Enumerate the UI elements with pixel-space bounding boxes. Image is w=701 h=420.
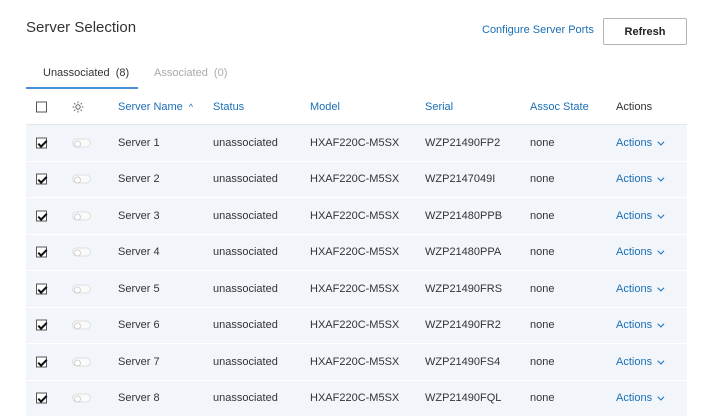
server-serial: WZP21490FR2	[425, 319, 501, 332]
sun-icon[interactable]	[72, 101, 84, 113]
row-actions-menu[interactable]: Actions	[616, 319, 665, 331]
server-assoc-state: none	[530, 209, 555, 222]
server-name: Server 5	[118, 282, 160, 295]
configure-server-ports-link[interactable]: Configure Server Ports	[482, 24, 594, 36]
row-toggle[interactable]	[72, 284, 91, 294]
column-header-server-name[interactable]: Server Name ^	[118, 101, 193, 113]
server-status: unassociated	[213, 246, 278, 259]
chevron-down-icon	[657, 357, 665, 365]
server-status: unassociated	[213, 209, 278, 222]
table-row[interactable]: Server 6 unassociated HXAF220C-M5SX WZP2…	[26, 307, 687, 344]
server-serial: WZP21490FRS	[425, 282, 503, 295]
tab-unassociated[interactable]: Unassociated (8)	[43, 67, 129, 79]
table-row[interactable]: Server 5 unassociated HXAF220C-M5SX WZP2…	[26, 271, 687, 308]
server-assoc-state: none	[530, 246, 555, 259]
row-actions-menu[interactable]: Actions	[616, 173, 665, 185]
row-checkbox[interactable]	[36, 137, 47, 149]
server-table: Server Name ^ Status Model Serial Assoc S…	[26, 90, 687, 417]
row-toggle[interactable]	[72, 357, 91, 367]
server-status: unassociated	[213, 392, 278, 405]
server-assoc-state: none	[530, 282, 555, 295]
chevron-down-icon	[657, 393, 665, 401]
server-name: Server 1	[118, 136, 160, 149]
table-row[interactable]: Server 7 unassociated HXAF220C-M5SX WZP2…	[26, 344, 687, 381]
server-assoc-state: none	[530, 136, 555, 149]
chevron-down-icon	[657, 211, 665, 219]
row-actions-menu[interactable]: Actions	[616, 137, 665, 149]
server-assoc-state: none	[530, 355, 555, 368]
server-status: unassociated	[213, 355, 278, 368]
server-assoc-state: none	[530, 392, 555, 405]
server-model: HXAF220C-M5SX	[310, 173, 400, 186]
row-checkbox[interactable]	[36, 210, 47, 222]
row-toggle[interactable]	[72, 393, 91, 403]
row-checkbox[interactable]	[36, 173, 47, 185]
table-row[interactable]: Server 2 unassociated HXAF220C-M5SX WZP2…	[26, 161, 687, 198]
row-checkbox[interactable]	[36, 319, 47, 331]
server-name: Server 8	[118, 392, 160, 405]
server-name: Server 2	[118, 173, 160, 186]
row-actions-menu[interactable]: Actions	[616, 283, 665, 295]
refresh-button[interactable]: Refresh	[603, 18, 687, 45]
tab-associated[interactable]: Associated (0)	[154, 67, 227, 79]
row-toggle[interactable]	[72, 211, 91, 221]
chevron-down-icon	[657, 284, 665, 292]
select-all-checkbox[interactable]	[36, 101, 47, 113]
row-actions-menu[interactable]: Actions	[616, 392, 665, 404]
table-row[interactable]: Server 1 unassociated HXAF220C-M5SX WZP2…	[26, 125, 687, 162]
row-checkbox[interactable]	[36, 356, 47, 368]
server-model: HXAF220C-M5SX	[310, 319, 400, 332]
server-name: Server 3	[118, 209, 160, 222]
server-model: HXAF220C-M5SX	[310, 136, 400, 149]
chevron-down-icon	[657, 138, 665, 146]
row-actions-menu[interactable]: Actions	[616, 210, 665, 222]
server-status: unassociated	[213, 136, 278, 149]
server-model: HXAF220C-M5SX	[310, 355, 400, 368]
server-assoc-state: none	[530, 319, 555, 332]
chevron-down-icon	[657, 247, 665, 255]
row-toggle[interactable]	[72, 320, 91, 330]
column-header-assoc-state[interactable]: Assoc State	[530, 101, 589, 113]
chevron-down-icon	[657, 174, 665, 182]
table-row[interactable]: Server 8 unassociated HXAF220C-M5SX WZP2…	[26, 380, 687, 417]
column-header-serial[interactable]: Serial	[425, 101, 453, 113]
server-name: Server 7	[118, 355, 160, 368]
server-model: HXAF220C-M5SX	[310, 282, 400, 295]
server-model: HXAF220C-M5SX	[310, 392, 400, 405]
chevron-down-icon	[657, 320, 665, 328]
server-serial: WZP21480PPB	[425, 209, 503, 222]
active-tab-indicator	[26, 87, 138, 89]
column-header-model[interactable]: Model	[310, 101, 340, 113]
server-assoc-state: none	[530, 173, 555, 186]
server-status: unassociated	[213, 173, 278, 186]
server-serial: WZP21490FP2	[425, 136, 501, 149]
table-row[interactable]: Server 4 unassociated HXAF220C-M5SX WZP2…	[26, 234, 687, 271]
row-toggle[interactable]	[72, 247, 91, 257]
row-toggle[interactable]	[72, 138, 91, 148]
row-checkbox[interactable]	[36, 283, 47, 295]
sort-ascending-icon: ^	[188, 102, 194, 112]
server-serial: WZP21490FQL	[425, 392, 502, 405]
server-status: unassociated	[213, 319, 278, 332]
server-name: Server 6	[118, 319, 160, 332]
server-serial: WZP21480PPA	[425, 246, 502, 259]
column-header-status[interactable]: Status	[213, 101, 244, 113]
server-model: HXAF220C-M5SX	[310, 209, 400, 222]
server-name: Server 4	[118, 246, 160, 259]
server-serial: WZP21490FS4	[425, 355, 501, 368]
row-checkbox[interactable]	[36, 246, 47, 258]
page-title: Server Selection	[26, 19, 137, 36]
row-actions-menu[interactable]: Actions	[616, 356, 665, 368]
server-status: unassociated	[213, 282, 278, 295]
server-model: HXAF220C-M5SX	[310, 246, 400, 259]
table-header: Server Name ^ Status Model Serial Assoc S…	[26, 90, 687, 125]
table-row[interactable]: Server 3 unassociated HXAF220C-M5SX WZP2…	[26, 198, 687, 235]
row-checkbox[interactable]	[36, 392, 47, 404]
column-header-actions: Actions	[616, 101, 653, 113]
row-toggle[interactable]	[72, 174, 91, 184]
server-serial: WZP2147049I	[425, 173, 496, 186]
row-actions-menu[interactable]: Actions	[616, 246, 665, 258]
